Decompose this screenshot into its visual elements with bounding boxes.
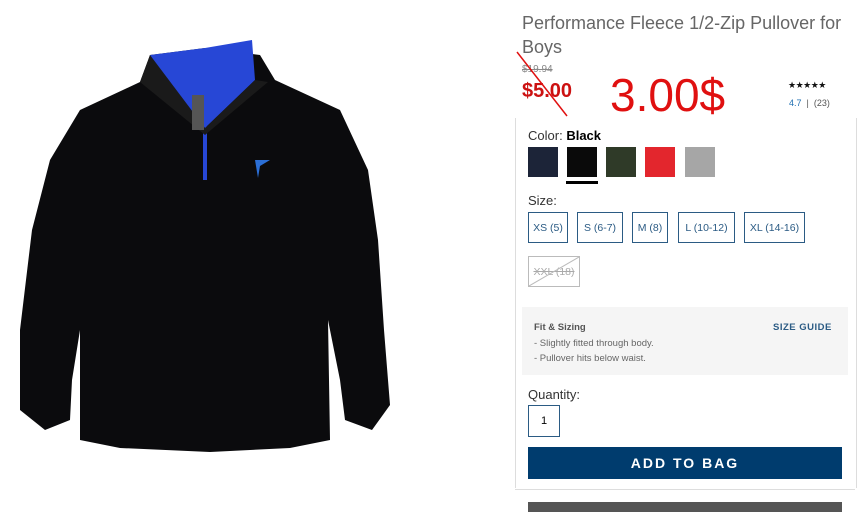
product-image: [20, 40, 390, 452]
size-option-s[interactable]: S (6-7): [577, 212, 623, 243]
annotation-price: 3.00$: [610, 69, 726, 121]
rating-summary[interactable]: 4.7 | (23): [789, 98, 830, 108]
add-to-bag-button[interactable]: ADD TO BAG: [528, 447, 842, 479]
rating-value: 4.7: [789, 98, 802, 108]
unavailable-strike: [529, 257, 579, 286]
size-label: Size:: [528, 193, 557, 208]
color-label-text: Color:: [528, 128, 563, 143]
fit-note: - Slightly fitted through body.: [534, 338, 654, 349]
rating-stars[interactable]: ★★★★★: [788, 80, 826, 91]
secondary-button-partial[interactable]: [528, 502, 842, 512]
size-option-xs[interactable]: XS (5): [528, 212, 568, 243]
size-option-m[interactable]: M (8): [632, 212, 668, 243]
review-count: (23): [813, 98, 830, 108]
size-option-xl[interactable]: XL (14-16): [744, 212, 805, 243]
color-swatch-olive[interactable]: [606, 147, 636, 177]
fit-note: - Pullover hits below waist.: [534, 353, 646, 364]
selected-color: Black: [566, 128, 602, 143]
size-guide-link[interactable]: SIZE GUIDE: [773, 322, 832, 333]
panel-divider: [515, 489, 855, 490]
quantity-label: Quantity:: [528, 387, 581, 402]
color-swatch-navy[interactable]: [528, 147, 558, 177]
quantity-input[interactable]: 1: [528, 405, 560, 437]
color-swatch-black[interactable]: [567, 147, 597, 177]
size-option-xxl-unavailable: XXL (18): [528, 256, 580, 287]
fit-sizing-title: Fit & Sizing: [534, 322, 586, 333]
color-label: Color: Black: [528, 128, 601, 143]
color-swatch-red[interactable]: [645, 147, 675, 177]
selected-swatch-indicator: [566, 181, 598, 184]
color-swatch-heather-grey[interactable]: [685, 147, 715, 177]
size-option-l[interactable]: L (10-12): [678, 212, 735, 243]
